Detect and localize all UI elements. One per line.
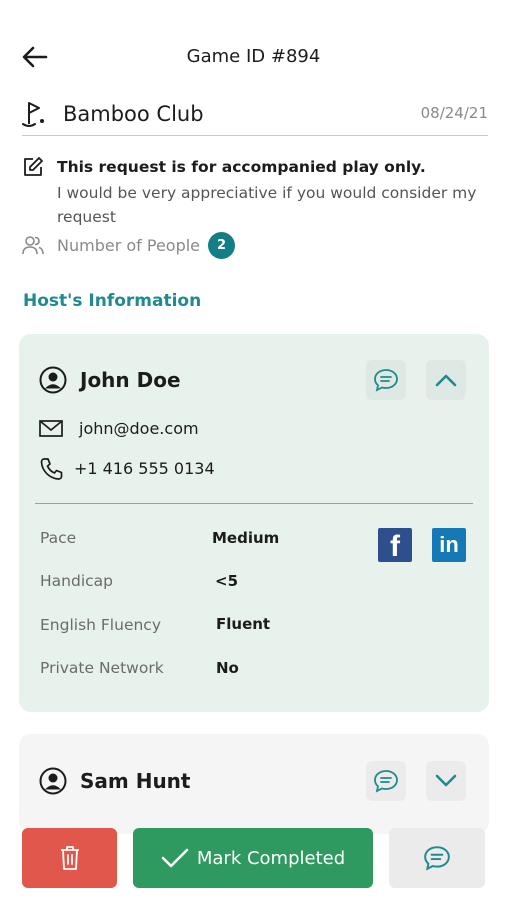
host-email[interactable]: john@doe.com <box>79 419 199 438</box>
people-count-badge: 2 <box>208 232 235 259</box>
delete-button[interactable] <box>22 828 117 888</box>
phone-row: +1 416 555 0134 <box>39 457 339 481</box>
page-title: Game ID #894 <box>186 46 321 67</box>
people-row: Number of People 2 <box>22 232 322 259</box>
club-name: Bamboo Club <box>63 102 204 126</box>
mail-icon <box>39 420 63 437</box>
linkedin-icon[interactable]: in <box>432 528 466 562</box>
action-bar: Mark Completed <box>0 818 507 900</box>
divider <box>35 503 473 504</box>
people-label: Number of People <box>57 236 201 255</box>
message-host-button[interactable] <box>366 761 406 801</box>
host-section-title: Host's Information <box>23 291 202 311</box>
request-title: This request is for accompanied play onl… <box>57 158 426 176</box>
attr-label-pace: Pace <box>40 529 77 547</box>
phone-icon <box>40 458 63 480</box>
collapse-button[interactable] <box>426 360 466 400</box>
edit-note-icon <box>24 157 43 176</box>
golf-flag-icon <box>22 102 44 127</box>
attr-label-private-network: Private Network <box>40 659 164 677</box>
attr-value-pace: Medium <box>212 529 280 547</box>
request-message: I would be very appreciative if you woul… <box>57 184 477 226</box>
checkmark-icon <box>161 848 189 868</box>
expand-button[interactable] <box>426 761 466 801</box>
chevron-down-icon <box>435 774 457 787</box>
club-row: Bamboo Club 08/24/21 <box>22 98 488 136</box>
chat-icon <box>374 770 398 793</box>
mark-completed-label: Mark Completed <box>196 847 346 869</box>
host-name: Sam Hunt <box>80 769 191 793</box>
mark-completed-button[interactable]: Mark Completed <box>133 828 373 888</box>
trash-icon <box>60 846 79 870</box>
email-row: john@doe.com <box>39 417 339 441</box>
message-host-button[interactable] <box>366 360 406 400</box>
chat-icon <box>424 846 450 871</box>
chat-icon <box>374 369 398 392</box>
attr-label-english-fluency: English Fluency <box>40 616 161 634</box>
top-bar: Game ID #894 <box>0 0 507 100</box>
game-date: 08/24/21 <box>420 104 488 122</box>
chat-button[interactable] <box>389 828 485 888</box>
attr-label-handicap: Handicap <box>40 572 113 590</box>
user-avatar-icon <box>39 366 67 394</box>
attr-value-handicap: <5 <box>215 572 239 590</box>
host-phone[interactable]: +1 416 555 0134 <box>74 459 215 478</box>
facebook-icon[interactable]: f <box>378 528 412 563</box>
host-card: John Doe john@doe.com +1 416 555 0134 Pa… <box>19 334 489 712</box>
user-avatar-icon <box>39 767 67 795</box>
attr-value-private-network: No <box>216 659 239 677</box>
people-icon <box>22 236 44 255</box>
chevron-up-icon <box>435 374 457 387</box>
attr-value-english-fluency: Fluent <box>216 615 271 633</box>
host-name: John Doe <box>80 368 181 392</box>
